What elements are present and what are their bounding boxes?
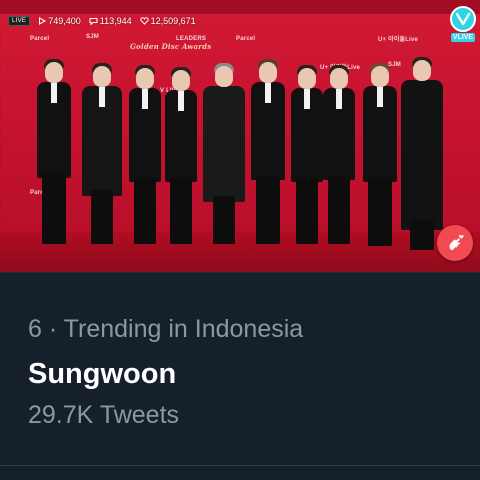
comment-count: 113,944 xyxy=(89,16,132,26)
trend-item[interactable]: 6 · Trending in Indonesia Sungwoon 29.7K… xyxy=(0,272,480,480)
view-count-value: 749,400 xyxy=(48,16,81,26)
divider xyxy=(0,465,480,466)
trend-tweet-count: 29.7K Tweets xyxy=(28,401,180,429)
sponsor-logo: U+ 아이돌Live xyxy=(378,37,419,43)
sponsor-logo: SJM xyxy=(86,34,99,40)
heart-count: 12,509,671 xyxy=(139,16,196,26)
heart-count-value: 12,509,671 xyxy=(150,16,196,26)
person xyxy=(250,59,286,244)
person xyxy=(36,59,72,244)
trend-name[interactable]: Sungwoon xyxy=(28,358,176,391)
play-icon xyxy=(39,17,47,25)
person xyxy=(128,65,162,244)
person xyxy=(202,63,246,244)
trend-rank-context: 6 · Trending in Indonesia xyxy=(28,315,304,343)
view-count: 749,400 xyxy=(38,16,81,26)
sponsor-logo: Parcel xyxy=(30,36,50,42)
person xyxy=(322,65,356,244)
comment-icon xyxy=(89,18,98,25)
video-player[interactable]: Parcel SJM LEADERS Parcel U+ 아이돌Live Gol… xyxy=(0,0,480,272)
vlive-logo: VLIVE xyxy=(449,6,477,44)
live-badge: LIVE xyxy=(8,16,31,26)
vlive-label: VLIVE xyxy=(450,33,476,42)
person xyxy=(362,63,398,246)
top-banner xyxy=(0,0,480,14)
sponsor-logo: Parcel xyxy=(236,36,256,42)
person xyxy=(164,67,198,244)
heart-icon xyxy=(139,17,149,25)
live-stats-bar: LIVE 749,400 113,944 12,509,671 xyxy=(8,15,196,27)
person xyxy=(290,65,324,244)
person xyxy=(400,57,444,250)
finger-heart-icon xyxy=(449,235,464,251)
comment-count-value: 113,944 xyxy=(99,16,132,26)
finger-heart-button[interactable] xyxy=(437,225,473,261)
vlive-icon xyxy=(450,6,476,32)
sponsor-logo: Golden Disc Awards xyxy=(130,42,212,51)
person xyxy=(82,63,122,244)
